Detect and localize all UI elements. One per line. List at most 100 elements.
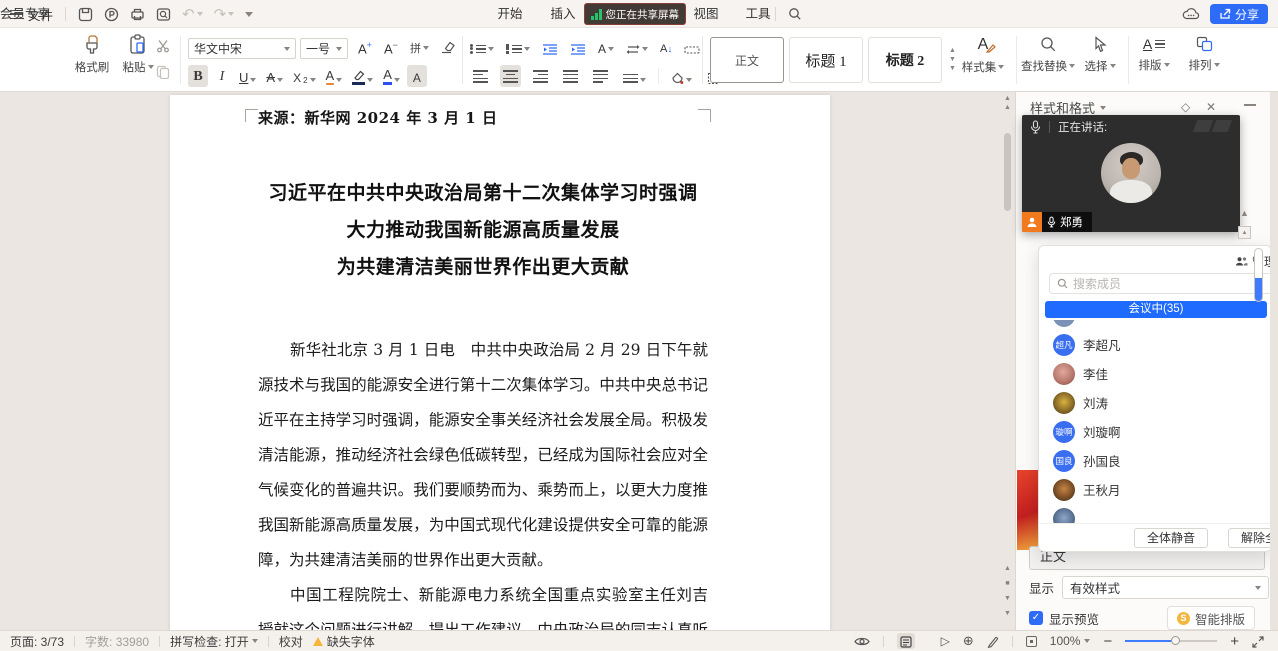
- scroll-top-icon[interactable]: ▲▲: [1002, 94, 1013, 112]
- text-direction-button[interactable]: [626, 44, 648, 55]
- style-set-button[interactable]: A 样式集: [955, 36, 1011, 75]
- bold-button[interactable]: B: [188, 65, 208, 87]
- style-body-text[interactable]: 正文: [710, 37, 784, 83]
- share-button[interactable]: 分享: [1210, 4, 1268, 24]
- zoom-value: 100%: [1050, 634, 1081, 648]
- find-replace-button[interactable]: 查找替换: [1020, 36, 1076, 74]
- eye-protect-icon[interactable]: [854, 634, 870, 648]
- participant-row[interactable]: 王秋月: [1039, 475, 1271, 504]
- document-body-line: 中国工程院院士、新能源电力系统全国重点实验室主任刘吉臻教: [258, 578, 708, 613]
- fullscreen-icon[interactable]: [1252, 634, 1264, 648]
- pane-scroll-up-button[interactable]: ▲: [1238, 226, 1251, 239]
- format-painter-button[interactable]: 格式刷: [70, 34, 114, 75]
- ribbon-tab[interactable]: 开始: [490, 0, 530, 28]
- shrink-font-button[interactable]: A−: [384, 40, 398, 56]
- document-page[interactable]: 来源：新华网 2024 年 3 月 1 日 习近平在中共中央政治局第十二次集体学…: [170, 95, 830, 630]
- spellcheck-toggle[interactable]: 拼写检查: 打开: [170, 633, 258, 650]
- web-view-button[interactable]: ⊕: [963, 633, 974, 649]
- ribbon-tab[interactable]: 插入: [543, 0, 583, 28]
- style-heading1[interactable]: 标题 1: [789, 37, 863, 83]
- close-icon[interactable]: ✕: [1206, 100, 1216, 114]
- ink-button[interactable]: [987, 634, 999, 648]
- pane-scrollbar-thumb[interactable]: [1254, 248, 1263, 302]
- smart-typeset-button[interactable]: S 智能排版: [1167, 606, 1255, 630]
- paste-button[interactable]: 粘贴: [116, 34, 160, 75]
- pin-icon[interactable]: ◇: [1181, 100, 1190, 114]
- unmute-all-button[interactable]: 解除全体静音: [1228, 528, 1272, 548]
- participant-row[interactable]: 璇啊 刘璇啊: [1039, 417, 1271, 446]
- word-count[interactable]: 字数: 33980: [85, 633, 149, 650]
- browse-object-icon[interactable]: ■: [1002, 579, 1013, 588]
- pane-collapse-icon[interactable]: ▲: [1240, 208, 1249, 218]
- promo-banner[interactable]: [1017, 470, 1039, 550]
- font-name-select[interactable]: 华文中宋: [188, 38, 296, 59]
- display-style-select[interactable]: 有效样式: [1062, 576, 1269, 599]
- minimize-icon[interactable]: [1244, 104, 1256, 106]
- page-indicator[interactable]: 页面: 3/73: [10, 633, 64, 650]
- show-preview-checkbox[interactable]: ✓: [1029, 611, 1043, 625]
- missing-font-warning[interactable]: 缺失字体: [313, 633, 375, 650]
- zoom-slider[interactable]: [1125, 640, 1217, 642]
- select-button[interactable]: 选择: [1078, 36, 1122, 74]
- participant-row[interactable]: 国良 孙国良: [1039, 446, 1271, 475]
- zoom-slider-knob[interactable]: [1171, 636, 1180, 645]
- line-spacing-button[interactable]: [620, 65, 649, 87]
- align-distribute-button[interactable]: [590, 65, 611, 87]
- copy-icon[interactable]: [156, 64, 170, 79]
- text-effect-button[interactable]: A: [323, 65, 346, 87]
- align-justify-button[interactable]: [560, 65, 581, 87]
- char-scale-button[interactable]: A: [598, 42, 614, 56]
- highlight-color-button[interactable]: [349, 65, 376, 87]
- screen-sharing-badge[interactable]: 您正在共享屏幕: [584, 3, 686, 25]
- page-view-button[interactable]: [897, 633, 915, 649]
- document-scrollbar[interactable]: ▲▲ ▲ ■ ▼ ▼: [1000, 92, 1015, 630]
- typeset-button[interactable]: A 排版: [1132, 36, 1176, 73]
- ruler-icon[interactable]: [684, 42, 700, 56]
- bullet-list-button[interactable]: [470, 42, 494, 55]
- zoom-out-button[interactable]: −: [1103, 633, 1112, 650]
- zoom-in-button[interactable]: +: [1230, 633, 1239, 650]
- italic-button[interactable]: I: [212, 65, 232, 87]
- shading-button[interactable]: [668, 65, 695, 87]
- next-page-icon[interactable]: ▼: [1002, 594, 1013, 603]
- cloud-service-icon[interactable]: [1182, 5, 1200, 23]
- read-mode-button[interactable]: ▷: [941, 634, 950, 648]
- increase-indent-icon[interactable]: [570, 42, 586, 56]
- align-center-button[interactable]: [500, 65, 521, 87]
- style-heading2[interactable]: 标题 2: [868, 37, 942, 83]
- prev-page-icon[interactable]: ▲: [1002, 564, 1013, 573]
- fit-page-button[interactable]: [1026, 636, 1037, 647]
- superscript-button[interactable]: X2: [290, 65, 318, 87]
- grow-font-button[interactable]: A+: [358, 40, 372, 56]
- scrollbar-thumb[interactable]: [1004, 133, 1011, 211]
- font-color-button[interactable]: A: [380, 65, 403, 87]
- font-size-select[interactable]: 一号: [300, 38, 348, 59]
- char-shading-button[interactable]: A: [407, 65, 427, 87]
- zoom-level-button[interactable]: 100%: [1050, 634, 1091, 648]
- align-left-button[interactable]: [470, 65, 491, 87]
- participants-window[interactable]: 管理成员 搜索成员 会议中(35) 超凡 李超凡 李佳: [1038, 245, 1272, 552]
- cut-icon[interactable]: [156, 38, 170, 53]
- mute-all-button[interactable]: 全体静音: [1134, 528, 1208, 548]
- meeting-video-window[interactable]: 正在讲话: 郑勇: [1022, 115, 1240, 232]
- participant-row[interactable]: 刘涛: [1039, 388, 1271, 417]
- arrange-button[interactable]: 排列: [1182, 36, 1226, 73]
- ribbon-tab[interactable]: 视图: [686, 0, 726, 28]
- underline-button[interactable]: U: [236, 65, 259, 87]
- search-icon[interactable]: [788, 5, 802, 23]
- participant-row[interactable]: 李佳: [1039, 359, 1271, 388]
- decrease-indent-icon[interactable]: [542, 42, 558, 56]
- proofread-button[interactable]: 校对: [279, 633, 303, 650]
- ribbon-tab[interactable]: 会员专享: [0, 0, 50, 28]
- participant-row[interactable]: 超凡 李超凡: [1039, 330, 1271, 359]
- strikethrough-button[interactable]: A: [263, 65, 286, 87]
- clear-format-icon[interactable]: [440, 39, 456, 54]
- scroll-bottom-icon[interactable]: ▼: [1002, 609, 1013, 618]
- numbered-list-button[interactable]: [506, 42, 530, 55]
- member-search-input[interactable]: 搜索成员: [1049, 273, 1272, 294]
- speaker-avatar: [1101, 143, 1161, 203]
- meeting-count-bar[interactable]: 会议中(35): [1045, 301, 1267, 318]
- align-right-button[interactable]: [530, 65, 551, 87]
- sort-icon[interactable]: A↓: [660, 43, 672, 55]
- phonetic-guide-button[interactable]: 拼: [410, 40, 429, 56]
